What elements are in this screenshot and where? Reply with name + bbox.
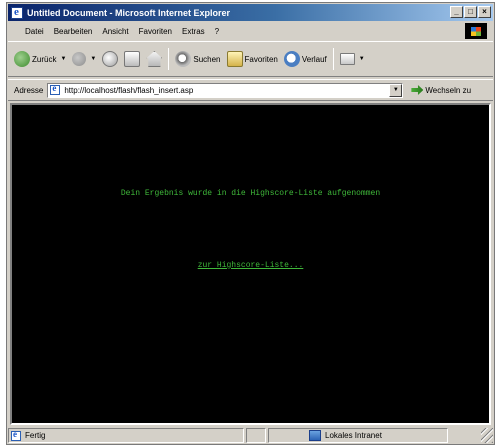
refresh-button[interactable] [124,51,141,67]
ie-logo-icon [11,6,23,19]
menu-bearbeiten[interactable]: Bearbeiten [49,27,98,36]
go-button[interactable]: Wechseln zu [411,85,471,95]
menu-bar: Datei Bearbeiten Ansicht Favoriten Extra… [8,23,493,39]
go-label: Wechseln zu [425,85,472,95]
resize-grip[interactable] [481,428,493,443]
address-input[interactable]: http://localhost/flash/flash_insert.asp … [47,82,404,98]
mail-button[interactable]: ▼ [339,53,365,65]
title-bar[interactable]: Untitled Document - Microsoft Internet E… [8,4,493,21]
window-title: Untitled Document - Microsoft Internet E… [27,7,231,18]
result-message: Dein Ergebnis wurde in die Highscore-Lis… [120,189,381,198]
mail-dropdown-icon[interactable]: ▼ [359,56,365,62]
search-icon [175,51,192,67]
menu-datei[interactable]: Datei [20,27,49,36]
close-button[interactable]: × [478,6,491,18]
page-done-icon [11,429,21,441]
status-text: Fertig [25,431,46,440]
favorites-button[interactable]: Favoriten [226,51,278,67]
history-label: Verlauf [301,54,327,64]
status-pane-empty [246,428,266,443]
status-pane-zone: Lokales Intranet [268,428,448,443]
home-button[interactable] [146,51,163,67]
favorites-icon [226,51,243,67]
back-button[interactable]: Zurück ▼ [14,51,66,67]
search-label: Suchen [193,54,221,64]
maximize-button[interactable]: □ [464,6,477,18]
refresh-icon [124,51,141,67]
windows-logo-icon [465,23,487,39]
address-dropdown-icon[interactable]: ▼ [389,83,403,97]
window-controls: _ □ × [450,6,491,18]
menu-ansicht[interactable]: Ansicht [97,27,133,36]
search-button[interactable]: Suchen [175,51,221,67]
page-content: Dein Ergebnis wurde in die Highscore-Lis… [10,103,491,425]
favorites-label: Favoriten [244,54,278,64]
menu-help[interactable]: ? [210,27,224,36]
mail-icon [339,53,355,65]
minimize-button[interactable]: _ [450,6,463,18]
go-arrow-icon [411,85,424,95]
menu-favoriten[interactable]: Favoriten [134,27,177,36]
zone-text: Lokales Intranet [325,431,382,440]
address-url[interactable]: http://localhost/flash/flash_insert.asp [64,86,193,95]
stop-button[interactable] [102,51,119,67]
toolbar-separator [168,48,170,70]
forward-button[interactable]: ▼ [72,52,96,66]
intranet-zone-icon [309,430,321,441]
status-pane-main: Fertig [8,428,244,443]
highscore-link[interactable]: zur Highscore-Liste... [12,261,489,270]
page-icon [50,83,61,95]
back-arrow-icon [14,51,30,67]
browser-window: Untitled Document - Microsoft Internet E… [6,2,495,445]
address-bar: Adresse http://localhost/flash/flash_ins… [8,79,493,101]
forward-dropdown-icon[interactable]: ▼ [90,56,96,62]
back-dropdown-icon[interactable]: ▼ [60,56,66,62]
history-button[interactable]: Verlauf [283,51,327,67]
menu-extras[interactable]: Extras [177,27,210,36]
history-icon [283,51,300,67]
status-bar: Fertig Lokales Intranet [8,427,493,444]
toolbar-separator [332,48,334,70]
home-icon [146,51,163,67]
forward-arrow-icon [72,52,87,66]
toolbar: Zurück ▼ ▼ Suchen Favoriten Verlauf ▼ [8,41,493,77]
address-label: Adresse [14,85,44,95]
stop-icon [102,51,119,67]
back-label: Zurück [32,54,57,64]
